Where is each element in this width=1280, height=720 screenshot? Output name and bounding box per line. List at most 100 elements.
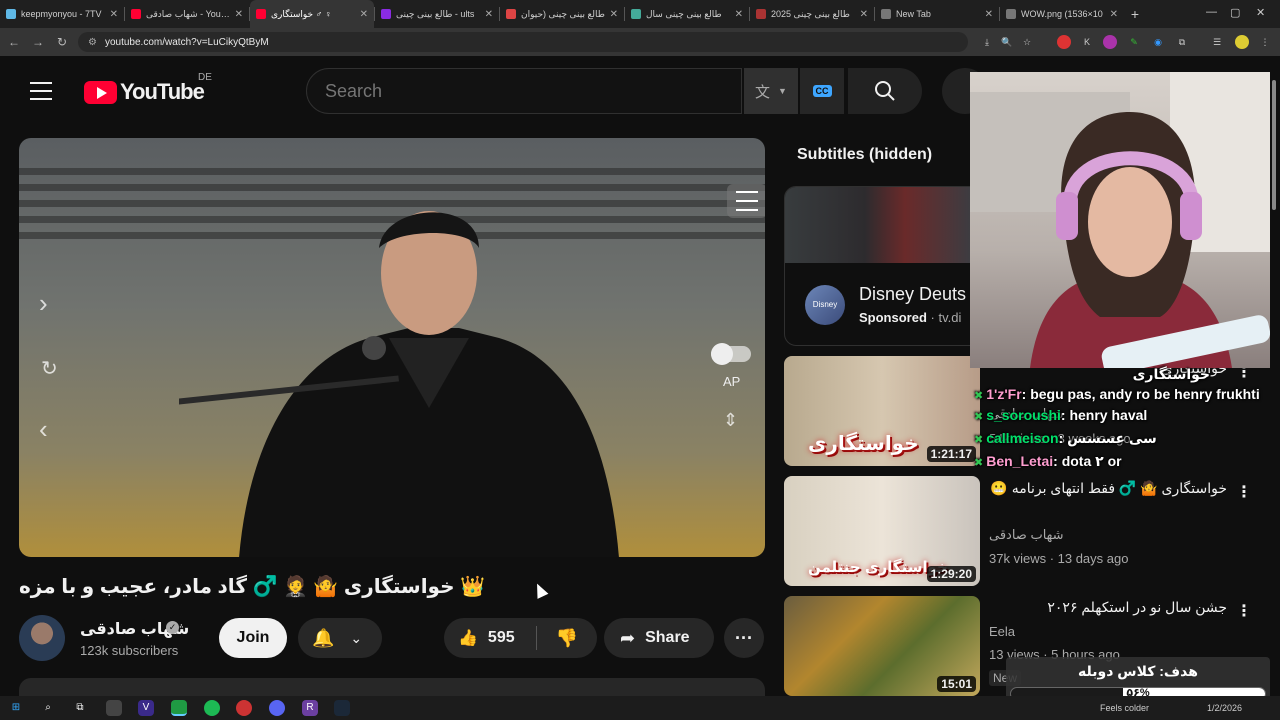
browser-tab[interactable]: طالع بینی چینی - ults ✕ (375, 0, 499, 28)
taskbar-app-icon[interactable] (106, 700, 122, 716)
install-icon[interactable]: ⤓ (980, 35, 994, 49)
tab-close-icon[interactable]: ✕ (360, 9, 368, 20)
extension-green-icon[interactable]: ✎ (1127, 35, 1141, 49)
next-arrow-icon[interactable]: › (39, 288, 48, 319)
browser-tab[interactable]: New Tab ✕ (875, 0, 999, 28)
chrome-icon[interactable] (171, 700, 187, 716)
tab-close-icon[interactable]: ✕ (735, 9, 743, 20)
extensions-puzzle-icon[interactable]: ⧉ (1175, 35, 1189, 49)
extension-purple-icon[interactable] (1103, 35, 1117, 49)
close-window-icon[interactable]: ✕ (1256, 6, 1265, 19)
extension-blue-icon[interactable]: ◉ (1151, 35, 1165, 49)
browser-tab[interactable]: keepmyonyou - 7TV ✕ (0, 0, 124, 28)
notification-bell-button[interactable]: 🔔 ⌄ (298, 618, 382, 658)
captions-search-button[interactable]: CC (800, 68, 844, 114)
taskbar-app-icon[interactable] (236, 700, 252, 716)
reading-list-icon[interactable]: ☰ (1210, 35, 1224, 49)
discord-icon[interactable] (269, 700, 285, 716)
video-player[interactable]: › ↻ ‹ AP ⇕ (19, 138, 765, 557)
taskbar-app-icon[interactable]: R (302, 700, 318, 716)
minimize-icon[interactable]: — (1206, 6, 1217, 18)
more-actions-icon[interactable]: ··· (724, 618, 764, 658)
bookmark-star-icon[interactable]: ☆ (1020, 35, 1034, 49)
url-field[interactable]: ⚙ youtube.com/watch?v=LuCikyQtByM (78, 32, 968, 52)
new-tab-button[interactable]: + (1124, 6, 1146, 22)
browser-tab[interactable]: WOW.png (1536×10 ✕ (1000, 0, 1124, 28)
autoplay-toggle[interactable] (711, 343, 751, 365)
video-duration: 15:01 (937, 676, 976, 692)
channel-avatar[interactable] (19, 615, 65, 661)
scrollbar-thumb[interactable] (1272, 80, 1276, 210)
tab-close-icon[interactable]: ✕ (485, 9, 493, 20)
tab-close-icon[interactable]: ✕ (860, 9, 868, 20)
reload-icon[interactable]: ↻ (50, 35, 74, 49)
like-button[interactable]: 👍 595 (444, 618, 536, 658)
windows-start-icon[interactable]: ⊞ (8, 700, 24, 716)
previous-arrow-icon[interactable]: ‹ (39, 414, 48, 445)
expand-collapse-icon[interactable]: ⇕ (723, 410, 738, 431)
dislike-button[interactable]: 👎 (537, 628, 597, 649)
share-button[interactable]: ➦ Share (604, 618, 714, 658)
join-button[interactable]: Join (219, 618, 287, 658)
recommendation-menu-icon[interactable]: ⋮ (1236, 482, 1252, 502)
tray-weather[interactable]: Feels colder (1100, 703, 1149, 713)
chat-text: : سی عسسس (1058, 430, 1157, 446)
chat-username: s_soroushi (986, 407, 1061, 423)
browser-tab[interactable]: طالع بینی چینی 2025 ✕ (750, 0, 874, 28)
youtube-logo[interactable]: YouTube (84, 79, 205, 105)
profile-avatar-icon[interactable] (1235, 35, 1249, 49)
chat-text: خواستگاری (1132, 366, 1210, 382)
tray-date[interactable]: 1/2/2026 (1207, 703, 1242, 713)
taskbar-app-icon[interactable]: V (138, 700, 154, 716)
ad-card[interactable]: Disney Disney Deuts Sponsored · tv.di (784, 186, 984, 346)
chat-line: ✖ 1'z'Fr: begu pas, andy ro be henry fruk… (970, 385, 1280, 405)
browser-menu-icon[interactable]: ⋮ (1258, 35, 1272, 49)
back-icon[interactable]: ← (2, 35, 26, 49)
extension-red-icon[interactable] (1057, 35, 1071, 49)
chat-badge-icon: ✖ (974, 390, 984, 402)
ad-thumbnail[interactable] (785, 187, 983, 263)
playlist-menu-icon[interactable] (727, 184, 765, 218)
steam-icon[interactable] (334, 700, 350, 716)
replay-icon[interactable]: ↻ (41, 356, 58, 381)
search-button[interactable] (848, 68, 922, 114)
ad-title[interactable]: Disney Deuts (859, 284, 966, 305)
recommendation-channel[interactable]: Eela (989, 624, 1015, 639)
tab-close-icon[interactable]: ✕ (610, 9, 618, 20)
search-input[interactable] (325, 80, 741, 102)
recommendation-title[interactable]: جشن سال نو در استکهلم ۲۰۲۶ (989, 597, 1227, 617)
spotify-icon[interactable] (204, 700, 220, 716)
share-label: Share (645, 629, 690, 646)
browser-tab[interactable]: طالع بینی چینی (حیوان ✕ (500, 0, 624, 28)
chevron-down-icon: ▼ (778, 86, 787, 96)
tab-title: New Tab (896, 9, 931, 19)
search-box[interactable] (306, 68, 742, 114)
zoom-icon[interactable]: 🔍 (1000, 35, 1014, 49)
task-view-icon[interactable]: ⧉ (72, 700, 88, 716)
recommendation-thumbnail[interactable]: خواستگاری جنتلمن 1:29:20 (784, 476, 980, 586)
recommendation-channel[interactable]: شهاب صادقی (989, 527, 1064, 543)
goal-label: هدف: کلاس دوبله (1078, 663, 1198, 679)
tab-close-icon[interactable]: ✕ (1110, 9, 1118, 20)
recommendation-thumbnail[interactable]: 15:01 (784, 596, 980, 696)
taskbar-search-icon[interactable]: ⌕ (40, 700, 56, 716)
recommendation-thumbnail[interactable]: خواستگاری 1:21:17 (784, 356, 980, 466)
video-duration: 1:29:20 (926, 566, 976, 582)
tab-close-icon[interactable]: ✕ (110, 9, 118, 20)
browser-tab[interactable]: شهاب صادقی - YouTube ✕ (125, 0, 249, 28)
recommendation-title[interactable]: خواستگاری 🤷 ♂️ فقط انتهای برنامه 😬 (989, 478, 1227, 498)
tab-close-icon[interactable]: ✕ (985, 9, 993, 20)
site-info-icon[interactable]: ⚙ (88, 37, 97, 48)
menu-hamburger-icon[interactable] (30, 82, 52, 100)
recommendation-menu-icon[interactable]: ⋮ (1236, 601, 1252, 621)
extension-letter-icon[interactable]: K (1080, 35, 1094, 49)
tab-close-icon[interactable]: ✕ (235, 9, 243, 20)
disney-logo: Disney (805, 285, 845, 325)
browser-tab[interactable]: طالع بینی چینی سال ✕ (625, 0, 749, 28)
translate-button[interactable]: 文 ▼ (744, 68, 798, 114)
description-panel[interactable] (19, 678, 765, 698)
maximize-icon[interactable]: ▢ (1230, 6, 1240, 19)
forward-icon[interactable]: → (26, 35, 50, 49)
browser-tab[interactable]: خواستگاری ♂ ♀ ✕ (250, 0, 374, 28)
tab-favicon-icon (6, 9, 16, 19)
